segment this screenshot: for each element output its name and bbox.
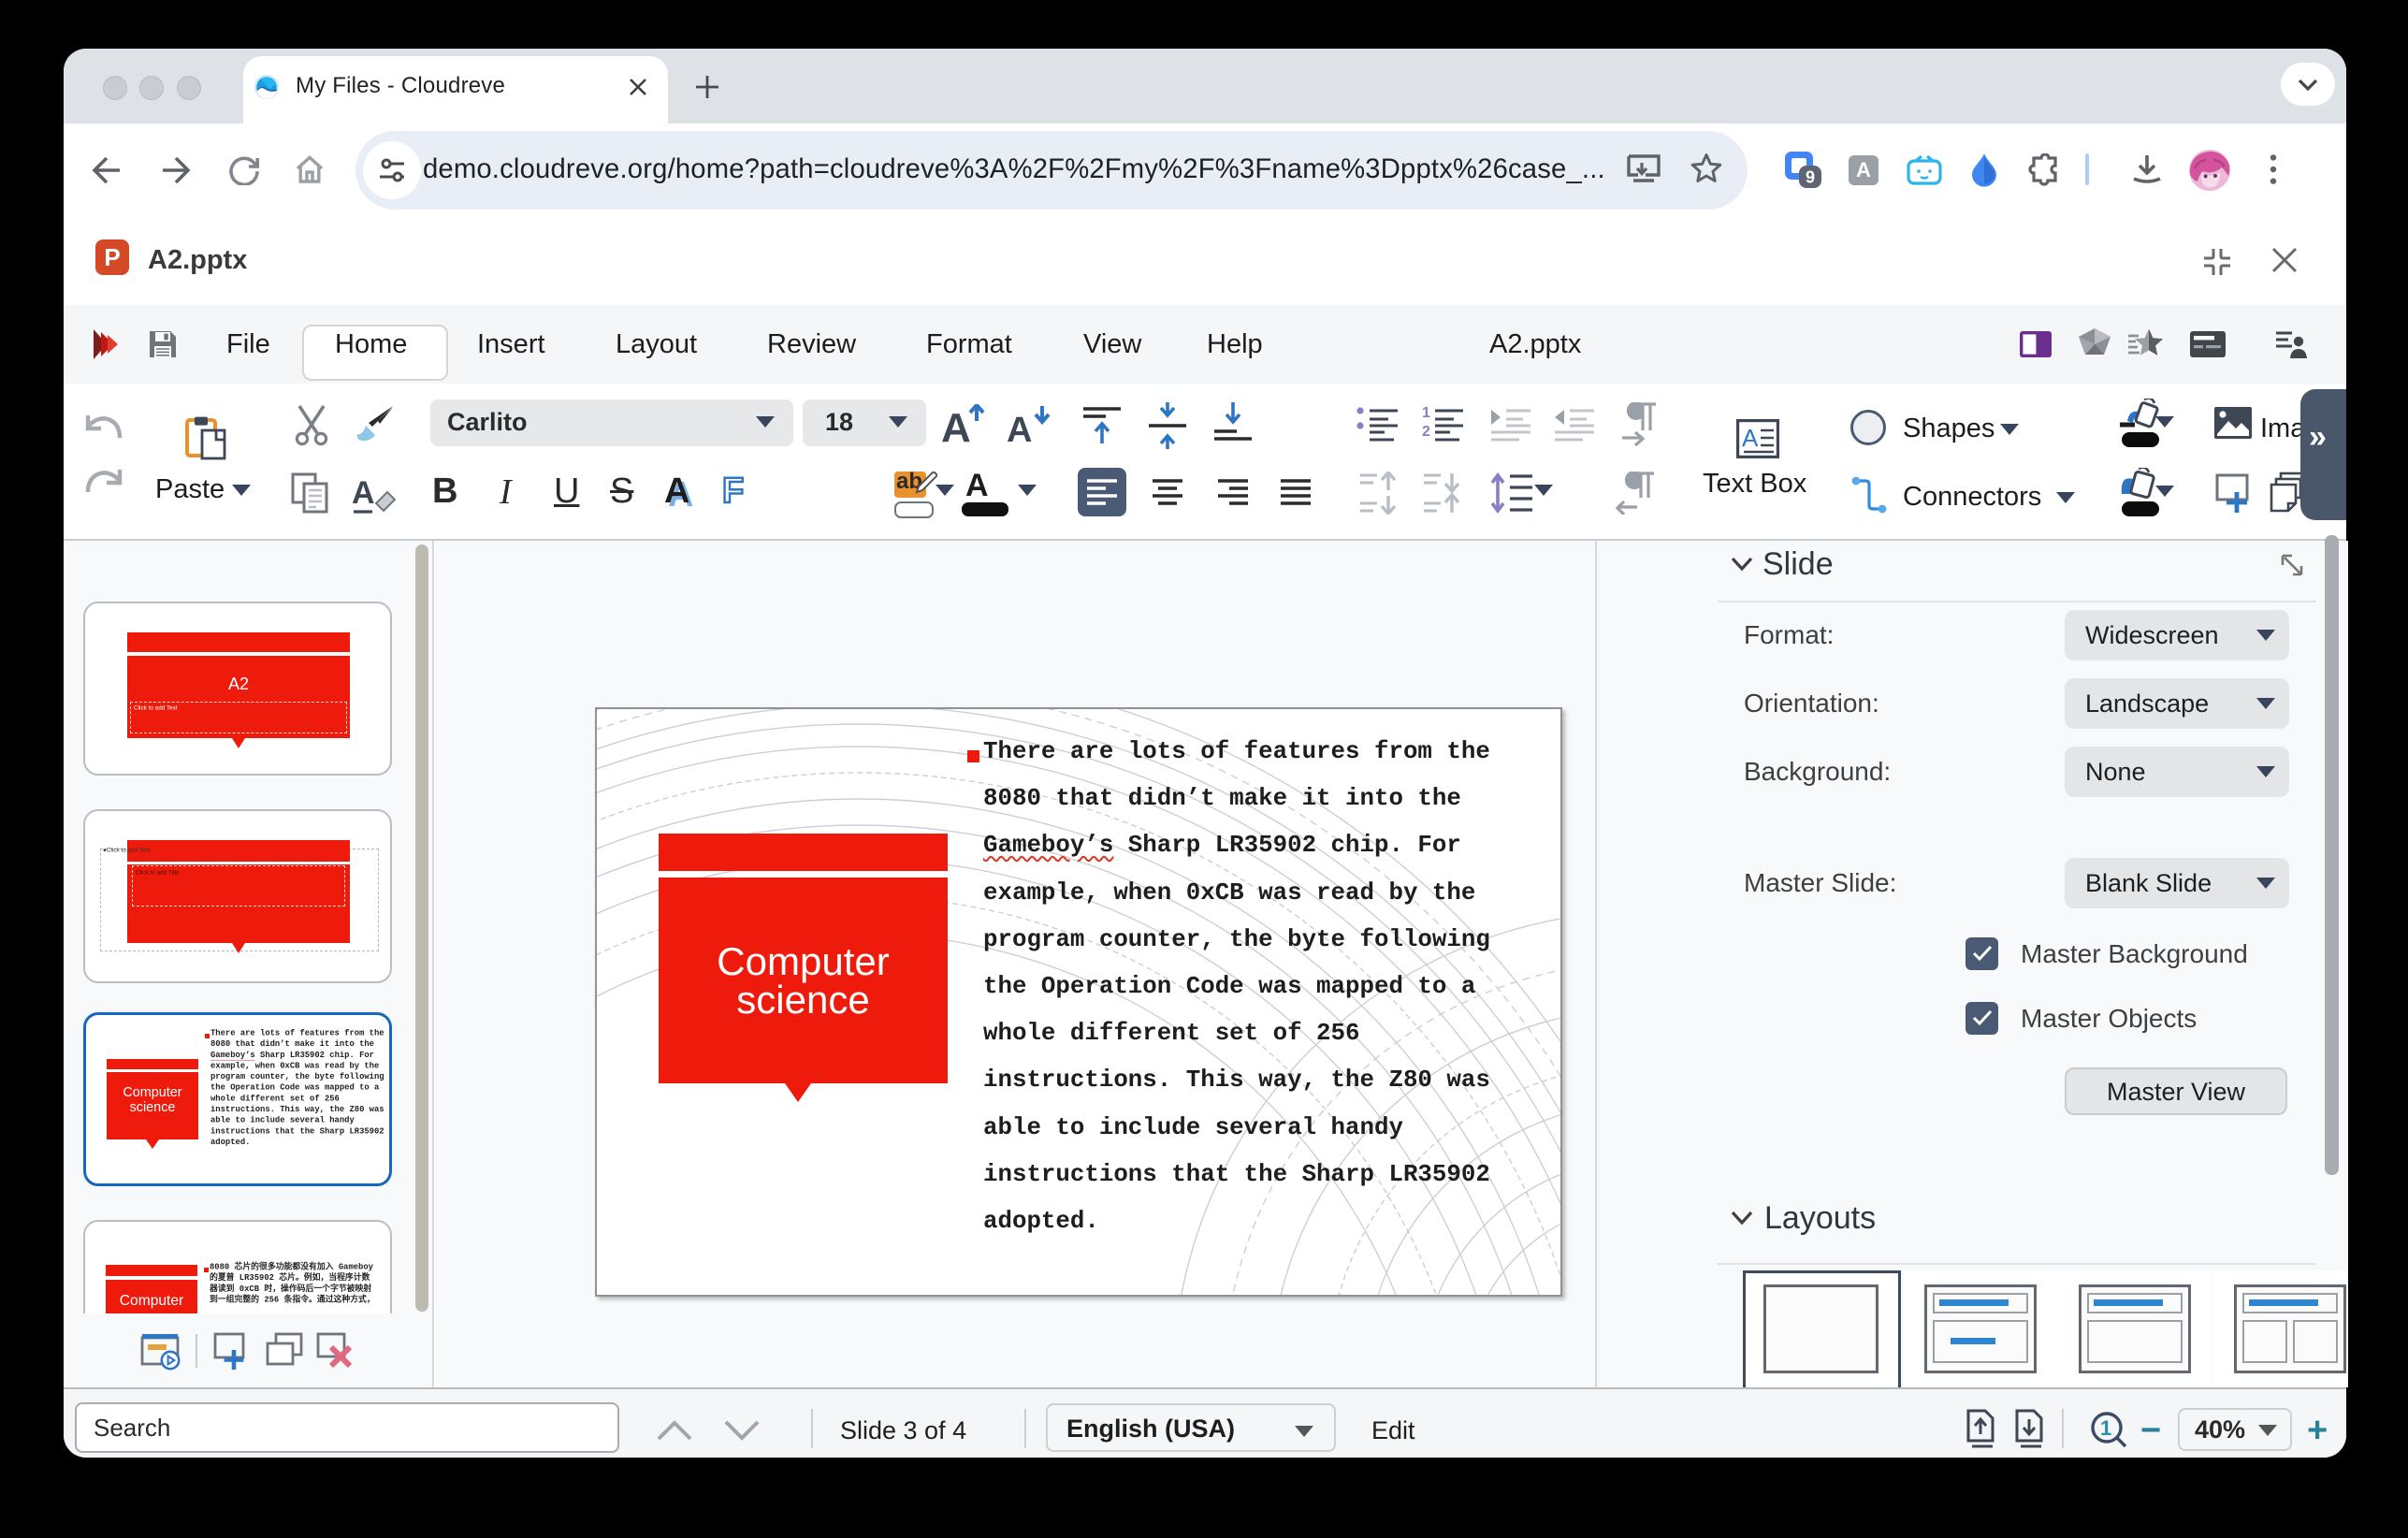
svg-text:1: 1 [1422,406,1430,421]
svg-text:1: 1 [2100,1416,2111,1440]
svg-text:A: A [1007,411,1032,445]
svg-text:A: A [1742,424,1759,452]
svg-text:2: 2 [1422,424,1430,440]
svg-text:9: 9 [1806,168,1815,187]
svg-text:A: A [352,475,375,511]
svg-text:A: A [941,405,971,445]
